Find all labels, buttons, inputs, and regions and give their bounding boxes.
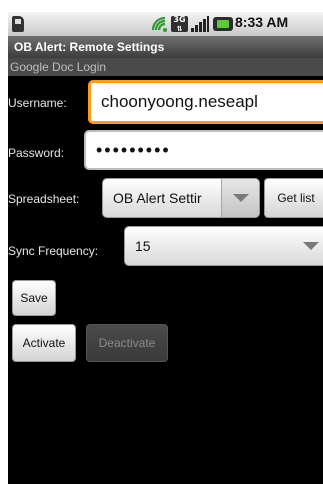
password-field[interactable]: ••••••••• (84, 130, 323, 170)
password-value: ••••••••• (96, 140, 171, 160)
activate-button[interactable]: Activate (12, 324, 76, 362)
section-header: Google Doc Login (8, 58, 323, 76)
wifi-icon (151, 16, 167, 32)
username-label: Username: (8, 96, 67, 110)
save-button[interactable]: Save (12, 280, 56, 316)
sync-frequency-spinner[interactable]: 15 (124, 226, 323, 266)
sd-card-icon (12, 16, 24, 32)
sync-dropdown-button[interactable] (292, 227, 323, 265)
network-type: 3G (173, 15, 186, 24)
status-bar: 3G ⇅ 8:33 AM (8, 12, 323, 36)
signal-icon (191, 16, 209, 32)
chevron-down-icon (303, 242, 319, 250)
username-field[interactable]: choonyoong.neseapl (88, 80, 323, 124)
username-value: choonyoong.neseapl (101, 92, 258, 111)
spreadsheet-dropdown-button[interactable] (221, 179, 259, 217)
deactivate-button: Deactivate (86, 324, 168, 362)
spreadsheet-spinner[interactable]: OB Alert Settir (102, 178, 260, 218)
chevron-down-icon (233, 194, 249, 202)
password-label: Password: (8, 146, 65, 160)
battery-icon (213, 17, 233, 31)
3g-icon: 3G ⇅ (171, 15, 188, 33)
phone-screen: 3G ⇅ 8:33 AM OB Alert: Remote Settings G… (8, 12, 323, 484)
spreadsheet-value: OB Alert Settir (113, 190, 202, 206)
sync-frequency-label: Sync Frequency: (8, 244, 99, 258)
spreadsheet-label: Spreadsheet: (8, 192, 80, 206)
app-title: OB Alert: Remote Settings (8, 36, 323, 58)
clock: 8:33 AM (235, 14, 289, 30)
get-list-button[interactable]: Get list (264, 178, 323, 218)
sync-frequency-value: 15 (135, 238, 151, 254)
